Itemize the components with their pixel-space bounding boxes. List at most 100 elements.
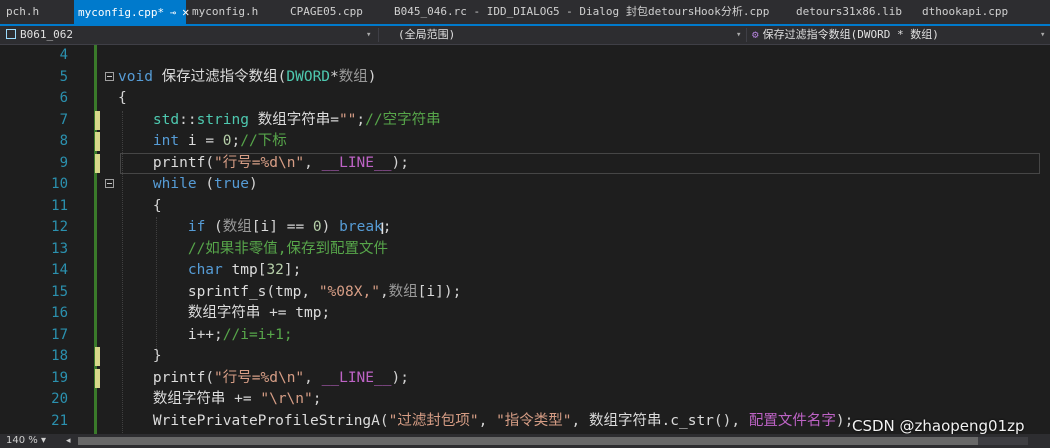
scroll-left-icon[interactable]: ◂ — [66, 434, 71, 448]
line-number: 4 — [59, 47, 68, 63]
text-cursor-icon: I — [380, 219, 385, 238]
tab-detours-lib[interactable]: detours31x86.lib — [796, 0, 902, 24]
code-text: void 保存过滤指令数组(DWORD*数组) — [118, 68, 377, 85]
pin-icon[interactable]: ⊸ — [170, 8, 176, 19]
document-tab-bar: pch.h myconfig.cpp* ⊸ ✕ myconfig.h CPAGE05… — [0, 0, 1050, 26]
project-icon — [6, 29, 16, 39]
method-icon: ⚙ — [752, 28, 759, 41]
code-text: 数组字符串 += tmp; — [187, 305, 331, 321]
chevron-down-icon[interactable]: ▾ — [736, 26, 741, 44]
line-number: 11 — [51, 197, 68, 214]
code-text: printf("行号=%d\n", __LINE__); — [152, 154, 409, 171]
code-text: std::string 数组字符串="";//空字符串 — [152, 111, 441, 128]
tab-label: CPAGE05.cpp — [290, 5, 363, 18]
tab-label: detours31x86.lib — [796, 5, 902, 18]
code-line: 6 { — [0, 88, 1050, 110]
code-line: 5 void 保存过滤指令数组(DWORD*数组) — [0, 67, 1050, 89]
code-text: sprintf_s(tmp, "%08X,",数组[i]); — [187, 283, 462, 300]
code-text: int i = 0;//下标 — [152, 133, 287, 149]
unsaved-change-marker — [95, 153, 100, 173]
tab-b045-rc-dialog[interactable]: B045_046.rc - IDD_DIALOG5 - Dialog — [394, 0, 619, 24]
code-line: 17 i++;//i=i+1; — [0, 325, 1050, 347]
code-line: 13 //如果非零值,保存到配置文件 — [0, 239, 1050, 261]
collapse-icon[interactable] — [105, 71, 114, 81]
divider — [746, 28, 747, 42]
line-number: 12 — [51, 219, 68, 235]
tab-label: myconfig.cpp* — [78, 6, 165, 19]
line-number: 20 — [51, 391, 68, 407]
collapse-icon[interactable] — [105, 179, 114, 188]
horizontal-scrollbar[interactable] — [78, 437, 1028, 445]
zoom-level: 140 % — [6, 435, 38, 446]
code-text: printf("行号=%d\n", __LINE__); — [152, 369, 409, 386]
code-text: 数组字符串 += "\r\n"; — [152, 391, 322, 407]
watermark: CSDN @zhaopeng01zp — [852, 417, 1025, 435]
line-number: 7 — [59, 111, 68, 128]
chevron-down-icon[interactable]: ▾ — [366, 26, 371, 44]
scrollbar-thumb[interactable] — [78, 437, 978, 445]
tab-cpage05-cpp[interactable]: CPAGE05.cpp — [290, 0, 363, 24]
code-text: //如果非零值,保存到配置文件 — [187, 240, 389, 257]
member-name: 保存过滤指令数组(DWORD * 数组) — [762, 28, 939, 41]
unsaved-change-marker — [95, 368, 100, 388]
tab-label: 封包detoursHook分析.cpp — [626, 5, 770, 18]
close-icon[interactable]: ✕ — [182, 5, 189, 19]
editor-status-bar: 140 % ▾ ◂ — [0, 434, 1050, 448]
divider — [378, 28, 379, 42]
project-name: B061_062 — [20, 28, 73, 41]
project-dropdown[interactable]: B061_062 — [6, 26, 73, 44]
code-line: 12 if (数组[i] == 0) break; — [0, 217, 1050, 239]
tab-myconfig-cpp[interactable]: myconfig.cpp* ⊸ ✕ — [74, 0, 189, 24]
code-line: 7 std::string 数组字符串="";//空字符串 — [0, 110, 1050, 132]
line-number: 17 — [51, 326, 68, 343]
code-line: 19 printf("行号=%d\n", __LINE__); — [0, 368, 1050, 390]
code-line: 8 int i = 0;//下标 — [0, 131, 1050, 153]
tab-label: B045_046.rc - IDD_DIALOG5 - Dialog — [394, 5, 620, 18]
code-text: char tmp[32]; — [187, 262, 302, 278]
code-text: } — [152, 348, 162, 364]
scope-dropdown[interactable]: (全局范围) — [398, 26, 455, 44]
tab-pch-h[interactable]: pch.h — [6, 0, 39, 24]
tab-label: dthookapi.cpp — [922, 5, 1009, 18]
unsaved-change-marker — [95, 347, 100, 366]
line-number: 21 — [51, 412, 68, 429]
code-line: 4 — [0, 45, 1050, 67]
code-line: 11 { — [0, 196, 1050, 218]
code-line: 14 char tmp[32]; — [0, 260, 1050, 282]
unsaved-change-marker — [95, 132, 100, 151]
line-number: 18 — [51, 348, 68, 364]
unsaved-change-marker — [95, 110, 100, 130]
tab-detourshook-cpp[interactable]: 封包detoursHook分析.cpp — [626, 0, 769, 24]
line-number: 16 — [51, 305, 68, 321]
tab-myconfig-h[interactable]: myconfig.h — [192, 0, 258, 24]
code-text: while (true) — [152, 176, 258, 192]
code-line: 16 数组字符串 += tmp; — [0, 303, 1050, 325]
code-line: 9 printf("行号=%d\n", __LINE__); — [0, 153, 1050, 175]
member-dropdown[interactable]: ⚙ 保存过滤指令数组(DWORD * 数组) — [752, 26, 939, 44]
code-text: i++;//i=i+1; — [187, 326, 293, 343]
line-number: 19 — [51, 369, 68, 386]
tab-label: myconfig.h — [192, 5, 259, 18]
line-number: 10 — [51, 176, 68, 192]
tab-dthookapi-cpp[interactable]: dthookapi.cpp — [922, 0, 1008, 24]
chevron-down-icon[interactable]: ▾ — [1040, 26, 1045, 44]
scope-name: (全局范围) — [398, 28, 456, 41]
code-line: 18 } — [0, 346, 1050, 368]
code-line: 15 sprintf_s(tmp, "%08X,",数组[i]); — [0, 282, 1050, 304]
code-editor[interactable]: 4 5 void 保存过滤指令数组(DWORD*数组) 6 { 7 std::s… — [0, 45, 1050, 434]
code-text: if (数组[i] == 0) break; — [187, 219, 392, 235]
line-number: 8 — [59, 133, 68, 149]
line-number: 14 — [51, 262, 68, 278]
code-line: 20 数组字符串 += "\r\n"; — [0, 389, 1050, 411]
code-line: 10 while (true) — [0, 174, 1050, 196]
code-text: WritePrivateProfileStringA("过滤封包项", "指令类… — [152, 412, 854, 429]
line-number: 5 — [59, 68, 68, 85]
line-number: 9 — [59, 154, 68, 171]
line-number: 15 — [51, 283, 68, 300]
line-number: 13 — [51, 240, 68, 257]
code-text: { — [118, 90, 127, 106]
line-number: 6 — [59, 90, 68, 106]
tab-label: pch.h — [6, 5, 40, 18]
code-text: { — [152, 197, 162, 214]
zoom-dropdown[interactable]: 140 % ▾ — [6, 434, 46, 448]
